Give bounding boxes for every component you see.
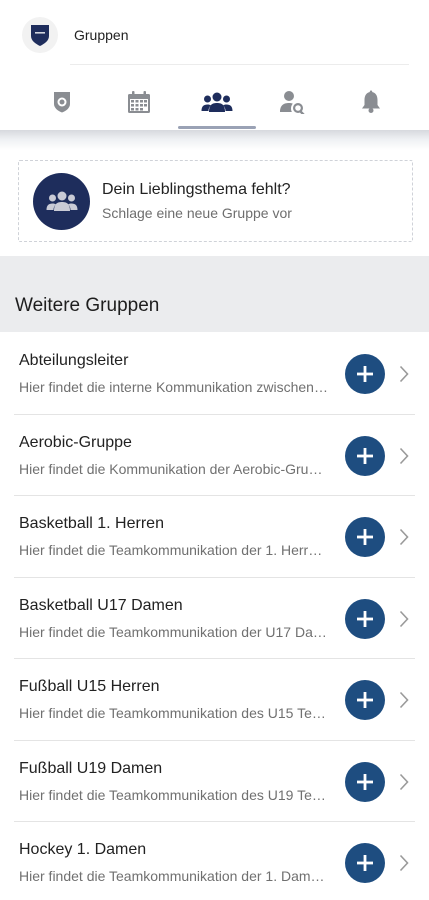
groups-icon — [46, 191, 77, 211]
group-row[interactable]: Aerobic-Gruppe Hier findet die Kommunika… — [0, 415, 429, 497]
open-group-chevron[interactable] — [397, 608, 411, 630]
open-group-chevron[interactable] — [397, 445, 411, 467]
calendar-icon — [128, 91, 150, 113]
open-group-chevron[interactable] — [397, 771, 411, 793]
app-title: Gruppen — [74, 27, 129, 43]
plus-icon — [357, 610, 373, 627]
join-group-button[interactable] — [345, 435, 385, 476]
group-description: Hier findet die Teamkommunikation des U1… — [19, 786, 329, 803]
group-description: Hier findet die Teamkommunikation der 1.… — [19, 868, 329, 884]
join-group-button[interactable] — [345, 761, 385, 802]
shield-logo-icon — [31, 25, 49, 46]
group-row[interactable]: Basketball 1. Herren Hier findet die Tea… — [0, 496, 429, 578]
group-description: Hier findet die interne Kommunikation zw… — [19, 379, 329, 395]
plus-icon — [357, 529, 373, 545]
open-group-chevron[interactable] — [397, 526, 411, 548]
group-description: Hier findet die Kommunikation der Aerobi… — [19, 460, 329, 477]
header-divider — [70, 64, 409, 65]
tab-member-search[interactable] — [258, 75, 328, 129]
app-title-row: Gruppen — [22, 14, 412, 56]
header-shadow — [0, 130, 429, 150]
plus-icon — [357, 855, 373, 871]
section-title: Weitere Gruppen — [15, 295, 160, 316]
badge-icon — [54, 92, 70, 113]
group-name: Fußball U15 Herren — [19, 678, 160, 695]
chevron-right-icon — [399, 691, 409, 709]
club-logo — [22, 17, 58, 53]
plus-icon — [357, 773, 373, 790]
plus-icon — [357, 366, 373, 382]
chevron-right-icon — [399, 854, 409, 872]
suggest-title: Dein Lieblingsthema fehlt? — [102, 181, 291, 198]
person-search-icon — [280, 91, 305, 114]
groups-icon — [201, 92, 233, 112]
group-name: Hockey 1. Damen — [19, 841, 147, 858]
group-row[interactable]: Hockey 1. Damen Hier findet die Teamkomm… — [0, 822, 429, 900]
group-row[interactable]: Basketball U17 Damen Hier findet die Tea… — [0, 578, 429, 660]
active-tab-indicator — [178, 126, 256, 129]
group-name: Basketball U17 Damen — [19, 596, 183, 614]
group-description: Hier findet die Teamkommunikation der U1… — [19, 623, 329, 640]
tab-groups[interactable] — [182, 75, 252, 129]
open-group-chevron[interactable] — [397, 689, 411, 711]
group-name: Fußball U19 Damen — [19, 759, 163, 777]
tab-badge[interactable] — [27, 75, 97, 129]
group-description: Hier findet die Teamkommunikation der 1.… — [19, 542, 329, 558]
group-name: Basketball 1. Herren — [19, 515, 164, 532]
suggest-text: Dein Lieblingsthema fehlt? Schlage eine … — [102, 181, 292, 221]
suggest-group-card[interactable]: Dein Lieblingsthema fehlt? Schlage eine … — [18, 160, 413, 242]
chevron-right-icon — [399, 447, 409, 464]
join-group-button[interactable] — [345, 517, 385, 557]
plus-icon — [357, 692, 373, 708]
group-list: Abteilungsleiter Hier findet die interne… — [0, 333, 429, 900]
chevron-right-icon — [399, 773, 409, 790]
tab-notifications[interactable] — [336, 75, 406, 129]
tab-calendar[interactable] — [104, 75, 174, 129]
chevron-right-icon — [399, 365, 409, 383]
suggest-subtitle: Schlage eine neue Gruppe vor — [102, 205, 292, 221]
group-row[interactable]: Fußball U15 Herren Hier findet die Teamk… — [0, 659, 429, 741]
suggest-avatar — [33, 172, 90, 230]
plus-icon — [357, 447, 373, 464]
chevron-right-icon — [399, 528, 409, 546]
group-row[interactable]: Abteilungsleiter Hier findet die interne… — [0, 333, 429, 415]
group-name: Abteilungsleiter — [19, 352, 129, 369]
join-group-button[interactable] — [345, 354, 385, 394]
section-header: Weitere Gruppen — [0, 256, 429, 332]
group-name: Aerobic-Gruppe — [19, 433, 132, 451]
open-group-chevron[interactable] — [397, 852, 411, 874]
group-row[interactable]: Fußball U19 Damen Hier findet die Teamko… — [0, 741, 429, 823]
app-header: Gruppen — [0, 0, 429, 135]
join-group-button[interactable] — [345, 598, 385, 639]
join-group-button[interactable] — [345, 843, 385, 883]
bell-icon — [362, 90, 380, 113]
chevron-right-icon — [399, 610, 409, 627]
open-group-chevron[interactable] — [397, 363, 411, 385]
group-description: Hier findet die Teamkommunikation des U1… — [19, 705, 329, 721]
tab-bar — [0, 75, 429, 129]
join-group-button[interactable] — [345, 680, 385, 720]
